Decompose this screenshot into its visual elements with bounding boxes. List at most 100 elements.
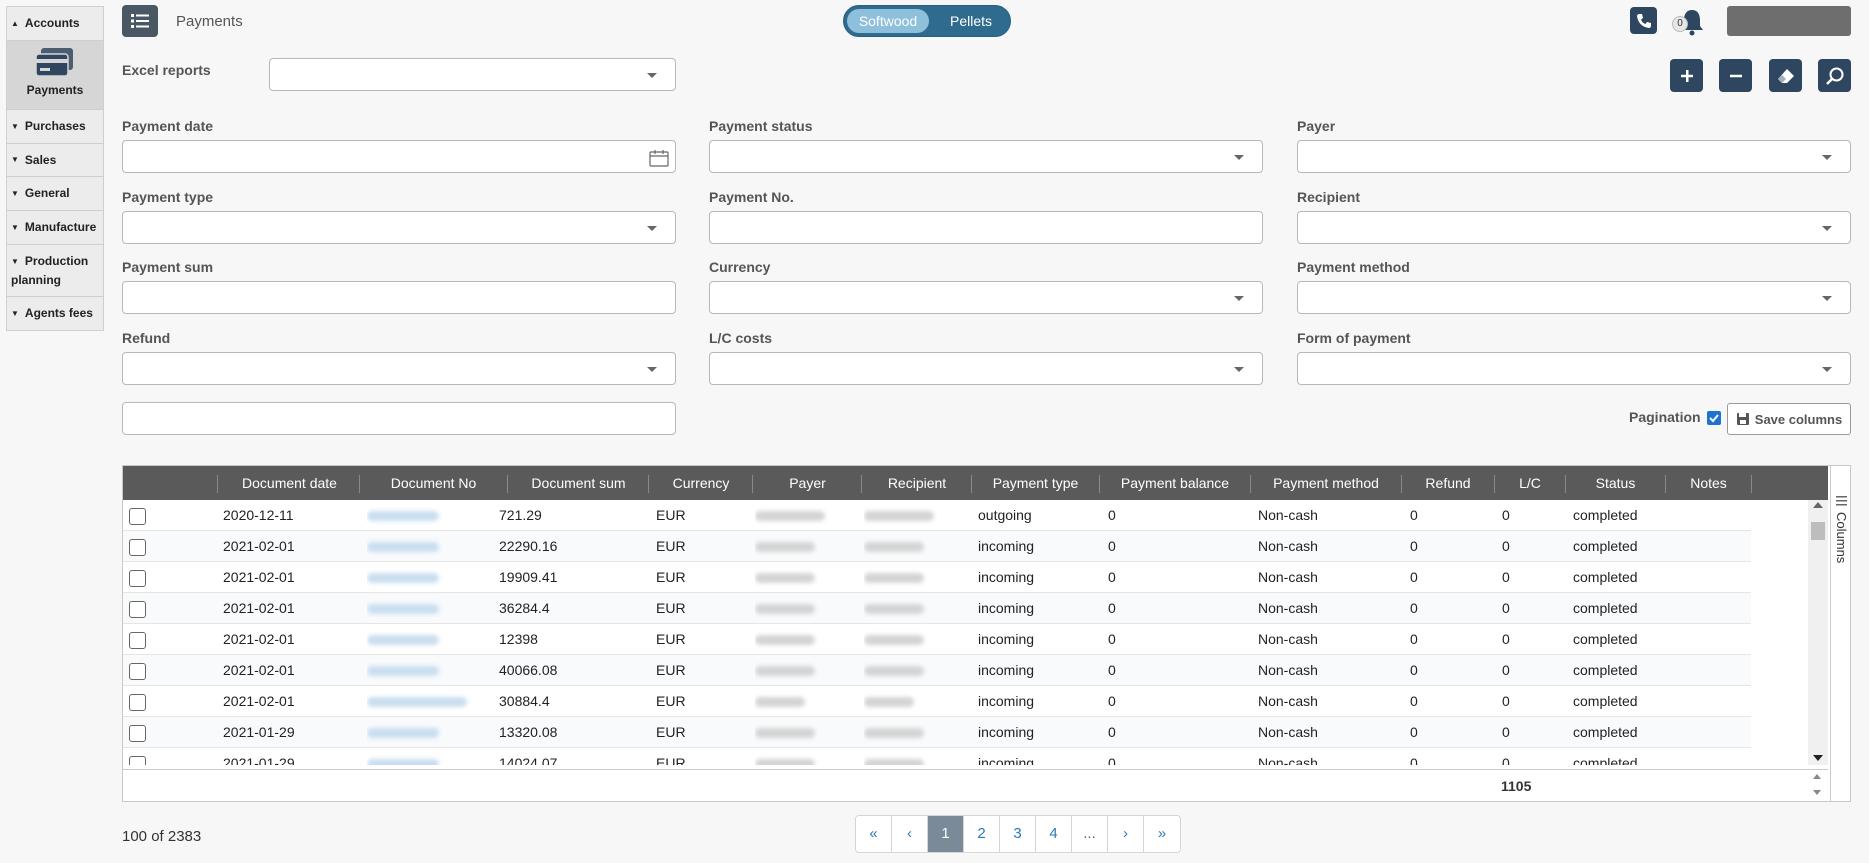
page-button[interactable]: › (1108, 816, 1144, 852)
cell-document-no-link[interactable] (367, 717, 499, 748)
column-header-document-date[interactable]: Document date (218, 466, 361, 500)
search-button[interactable] (1818, 59, 1851, 92)
page-button[interactable]: 3 (1000, 816, 1036, 852)
page-button[interactable]: ... (1072, 816, 1108, 852)
cell-document-no-link[interactable] (367, 686, 499, 717)
refund-select[interactable] (122, 352, 676, 385)
vertical-scrollbar[interactable] (1808, 500, 1828, 765)
sidebar-item-agents-fees[interactable]: ▼ Agents fees (6, 295, 104, 331)
table-row[interactable]: 2020-12-11 721.29 EUR outgoing 0 Non-cash 0 0 co… (123, 500, 1751, 531)
product-toggle[interactable]: Softwood Pellets (843, 5, 1011, 37)
table-row[interactable]: 2021-02-01 30884.4 EUR incoming 0 Non-cash 0 0 c… (123, 686, 1751, 717)
pagination-checkbox[interactable] (1707, 411, 1721, 425)
footer-scroll-down-icon[interactable] (1813, 790, 1821, 795)
column-header-payment-method[interactable]: Payment method (1251, 466, 1401, 500)
payment-method-select[interactable] (1297, 281, 1851, 314)
save-columns-button[interactable]: Save columns (1727, 403, 1851, 435)
scroll-up-icon[interactable] (1813, 502, 1823, 508)
table-row[interactable]: 2021-02-01 36284.4 EUR incoming 0 Non-cash 0 0 c… (123, 593, 1751, 624)
user-menu[interactable] (1727, 6, 1851, 36)
cell-document-no-link[interactable] (367, 624, 499, 655)
page-button[interactable]: ‹ (892, 816, 928, 852)
payment-date-field[interactable] (122, 140, 676, 173)
row-checkbox[interactable] (129, 570, 146, 587)
page-button[interactable]: 2 (964, 816, 1000, 852)
column-header-payment-balance[interactable]: Payment balance (1100, 466, 1250, 500)
cell-document-no-link[interactable] (367, 531, 499, 562)
add-button[interactable] (1670, 59, 1703, 92)
phone-button[interactable] (1630, 7, 1657, 34)
free-text-search-input[interactable] (122, 402, 676, 435)
excel-reports-select[interactable] (269, 58, 676, 91)
sidebar-item-general[interactable]: ▼ General (6, 176, 104, 211)
column-header-status[interactable]: Status (1566, 466, 1665, 500)
column-header-payment-type[interactable]: Payment type (972, 466, 1099, 500)
remove-button[interactable] (1719, 59, 1752, 92)
cell-status: completed (1573, 662, 1638, 678)
cell-document-no-link[interactable] (367, 562, 499, 593)
menu-toggle-button[interactable] (122, 5, 158, 37)
table-row[interactable]: 2021-02-01 22290.16 EUR incoming 0 Non-cash 0 0… (123, 531, 1751, 562)
footer-scroll-up-icon[interactable] (1813, 774, 1821, 779)
payment-status-select[interactable] (709, 140, 1263, 173)
cell-document-no-link[interactable] (367, 655, 499, 686)
column-header-lc[interactable]: L/C (1495, 466, 1565, 500)
sidebar-item-production-planning[interactable]: ▼ Production planning (6, 244, 104, 296)
sidebar-item-payments[interactable]: Payments (6, 39, 104, 109)
cell-document-no-link[interactable] (367, 748, 499, 765)
cell-recipient (864, 748, 964, 765)
cell-refund: 0 (1410, 538, 1418, 554)
column-header-notes[interactable]: Notes (1666, 466, 1751, 500)
scroll-down-icon[interactable] (1813, 755, 1823, 761)
table-row[interactable]: 2021-02-01 19909.41 EUR incoming 0 Non-cash 0 0… (123, 562, 1751, 593)
sidebar-item-sales[interactable]: ▼ Sales (6, 142, 104, 177)
cell-payment-method: Non-cash (1258, 538, 1318, 554)
payment-sum-label: Payment sum (122, 259, 214, 275)
payment-sum-input[interactable] (122, 281, 676, 314)
column-header-document-sum[interactable]: Document sum (508, 466, 649, 500)
page-button[interactable]: « (856, 816, 892, 852)
payment-type-select[interactable] (122, 211, 676, 244)
cell-payment-method: Non-cash (1258, 724, 1318, 740)
clear-filters-button[interactable] (1769, 59, 1802, 92)
column-header-currency[interactable]: Currency (649, 466, 753, 500)
sidebar-item-accounts[interactable]: ▲ Accounts (6, 6, 104, 40)
currency-select[interactable] (709, 281, 1263, 314)
toggle-pellets[interactable]: Pellets (934, 9, 1008, 33)
sidebar-item-manufacture[interactable]: ▼ Manufacture (6, 210, 104, 245)
form-of-payment-select[interactable] (1297, 352, 1851, 385)
table-row[interactable]: 2021-01-29 13320.08 EUR incoming 0 Non-cash 0 0… (123, 717, 1751, 748)
row-checkbox[interactable] (129, 632, 146, 649)
column-header-recipient[interactable]: Recipient (862, 466, 972, 500)
row-checkbox[interactable] (129, 756, 146, 765)
cell-payment-balance: 0 (1108, 724, 1116, 740)
page-button[interactable]: » (1144, 816, 1180, 852)
notifications-button[interactable]: 0 (1672, 6, 1706, 36)
table-row[interactable]: 2021-02-01 12398 EUR incoming 0 Non-cash 0 0 com… (123, 624, 1751, 655)
row-checkbox[interactable] (129, 601, 146, 618)
row-checkbox[interactable] (129, 725, 146, 742)
columns-panel-tab[interactable]: Columns (1830, 466, 1850, 801)
scroll-thumb[interactable] (1811, 522, 1825, 540)
row-checkbox[interactable] (129, 663, 146, 680)
payment-no-input[interactable] (709, 211, 1263, 244)
column-header-document-no[interactable]: Document No (360, 466, 507, 500)
sidebar-item-purchases[interactable]: ▼ Purchases (6, 108, 104, 143)
recipient-select[interactable] (1297, 211, 1851, 244)
page-button[interactable]: 1 (928, 816, 964, 852)
cell-document-no-link[interactable] (367, 593, 499, 624)
chevron-down-icon (1822, 155, 1832, 160)
row-checkbox[interactable] (129, 508, 146, 525)
payer-select[interactable] (1297, 140, 1851, 173)
cell-document-no-link[interactable] (367, 500, 499, 531)
table-row[interactable]: 2021-02-01 40066.08 EUR incoming 0 Non-cash 0 0… (123, 655, 1751, 686)
column-header-refund[interactable]: Refund (1402, 466, 1494, 500)
row-checkbox[interactable] (129, 539, 146, 556)
row-checkbox[interactable] (129, 694, 146, 711)
toggle-softwood[interactable]: Softwood (847, 9, 929, 33)
table-row[interactable]: 2021-01-29 14024.07 EUR incoming 0 Non-cash 0 0… (123, 748, 1751, 765)
column-header-payer[interactable]: Payer (753, 466, 862, 500)
page-button[interactable]: 4 (1036, 816, 1072, 852)
cell-lc: 0 (1502, 600, 1510, 616)
lc-costs-select[interactable] (709, 352, 1263, 385)
